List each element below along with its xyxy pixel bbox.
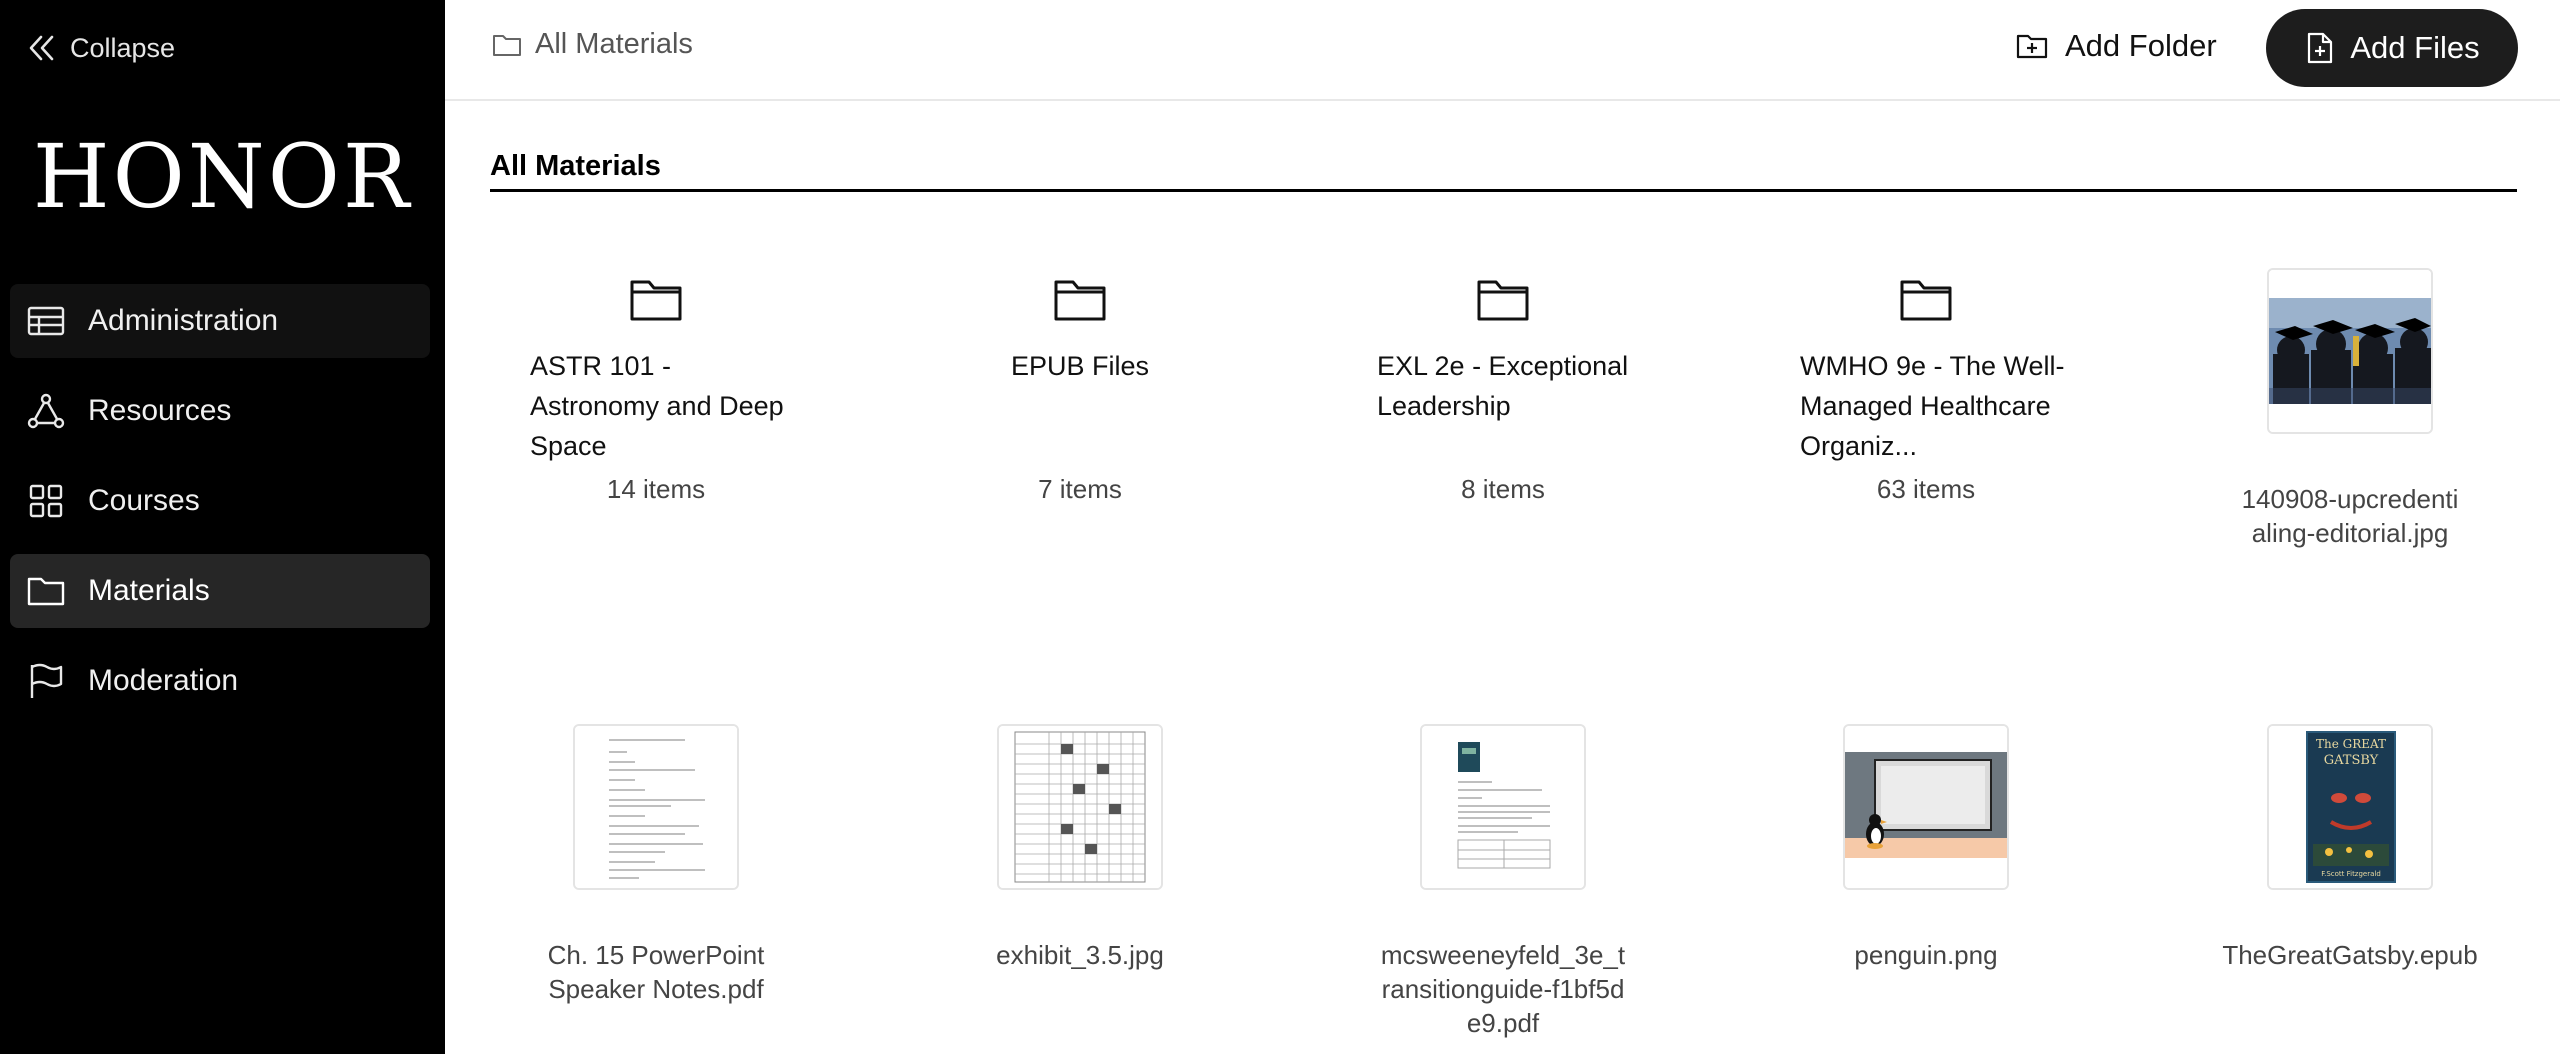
file-name: Ch. 15 PowerPoint Speaker Notes.pdf	[547, 940, 765, 1004]
add-files-button[interactable]: Add Files	[2266, 9, 2518, 87]
folder-icon	[1900, 280, 1952, 321]
page-title: All Materials	[490, 150, 661, 182]
sidebar-item-label: Administration	[88, 304, 279, 337]
flag-icon	[30, 663, 63, 698]
sidebar-item-resources[interactable]: Resources	[10, 374, 430, 448]
folder-item-count: 7 items	[1038, 474, 1122, 504]
sidebar-item-label: Resources	[88, 394, 232, 427]
cover-author: F.Scott Fitzgerald	[2321, 870, 2381, 878]
epub-cover-thumbnail: The GREAT GATSBY F.Scott Fitzgerald	[2267, 724, 2433, 890]
file-tile[interactable]: 140908-upcredentialing-editorial.jpg	[2200, 268, 2500, 550]
file-name: penguin.png	[1854, 940, 1998, 970]
file-tile[interactable]: The GREAT GATSBY F.Scott Fitzgerald TheG…	[2200, 724, 2500, 972]
brand-logo: HONOR	[32, 125, 413, 228]
folder-icon	[1477, 280, 1529, 321]
sidebar-nav: Administration Resources Courses Materia…	[10, 284, 430, 734]
folder-icon	[27, 577, 65, 606]
cover-title-line1: The GREAT	[2316, 737, 2386, 751]
top-bar: All Materials Add Folder Add Files	[445, 0, 2560, 101]
title-divider	[490, 189, 2517, 192]
file-name: mcsweeneyfeld_3e_transitionguide-f1bf5de…	[1380, 940, 1626, 1038]
grid-icon	[29, 484, 63, 518]
cover-title-line2: GATSBY	[2324, 753, 2379, 768]
sidebar-item-materials[interactable]: Materials	[10, 554, 430, 628]
folder-tile[interactable]: EPUB Files 7 items	[930, 278, 1230, 504]
pdf-thumbnail	[1420, 724, 1586, 890]
file-name: exhibit_3.5.jpg	[996, 940, 1164, 970]
folder-item-count: 8 items	[1461, 474, 1545, 504]
file-tile[interactable]: exhibit_3.5.jpg	[930, 724, 1230, 972]
folder-name: WMHO 9e - The Well-Managed Healthcare Or…	[1800, 351, 2065, 461]
sidebar-item-courses[interactable]: Courses	[10, 464, 430, 538]
sidebar: Collapse HONOR Administration Resources …	[0, 0, 445, 1054]
folder-tile[interactable]: WMHO 9e - The Well-Managed Healthcare Or…	[1776, 278, 2076, 504]
add-folder-label: Add Folder	[2065, 28, 2217, 63]
sidebar-item-moderation[interactable]: Moderation	[10, 644, 430, 718]
collapse-label: Collapse	[70, 32, 176, 63]
folder-name: EPUB Files	[1010, 351, 1150, 381]
image-thumbnail	[997, 724, 1163, 890]
folder-icon	[1054, 280, 1106, 321]
add-files-label: Add Files	[2350, 30, 2480, 65]
folder-name: ASTR 101 - Astronomy and Deep Space	[530, 351, 784, 461]
table-icon	[27, 306, 65, 336]
file-tile[interactable]: mcsweeneyfeld_3e_transitionguide-f1bf5de…	[1353, 724, 1653, 1040]
folder-tile[interactable]: EXL 2e - Exceptional Leadership 8 items	[1353, 278, 1653, 504]
sidebar-item-label: Courses	[88, 484, 200, 517]
sidebar-item-administration[interactable]: Administration	[10, 284, 430, 358]
image-thumbnail	[2267, 268, 2433, 434]
image-thumbnail	[1843, 724, 2009, 890]
breadcrumb[interactable]: All Materials	[491, 28, 693, 61]
double-chevron-left-icon	[29, 35, 54, 61]
sidebar-item-label: Materials	[88, 574, 210, 607]
add-folder-button[interactable]: Add Folder	[2015, 28, 2217, 64]
collapse-button[interactable]: Collapse	[26, 28, 175, 68]
folder-plus-icon	[2016, 34, 2048, 59]
folder-tile[interactable]: ASTR 101 - Astronomy and Deep Space 14 i…	[506, 278, 806, 504]
file-tile[interactable]: Ch. 15 PowerPoint Speaker Notes.pdf	[506, 724, 806, 1006]
folder-icon	[493, 34, 521, 56]
file-name: TheGreatGatsby.epub	[2222, 940, 2478, 970]
folder-item-count: 14 items	[606, 474, 706, 504]
file-plus-icon	[2308, 32, 2333, 64]
file-name: 140908-upcredentialing-editorial.jpg	[2241, 484, 2459, 548]
folder-icon	[630, 280, 682, 321]
network-icon	[27, 393, 65, 429]
sidebar-item-label: Moderation	[88, 664, 239, 697]
file-tile[interactable]: penguin.png	[1776, 724, 2076, 972]
folder-name: EXL 2e - Exceptional Leadership	[1377, 351, 1629, 421]
pdf-thumbnail	[573, 724, 739, 890]
breadcrumb-label: All Materials	[535, 28, 693, 60]
folder-item-count: 63 items	[1876, 474, 1976, 504]
